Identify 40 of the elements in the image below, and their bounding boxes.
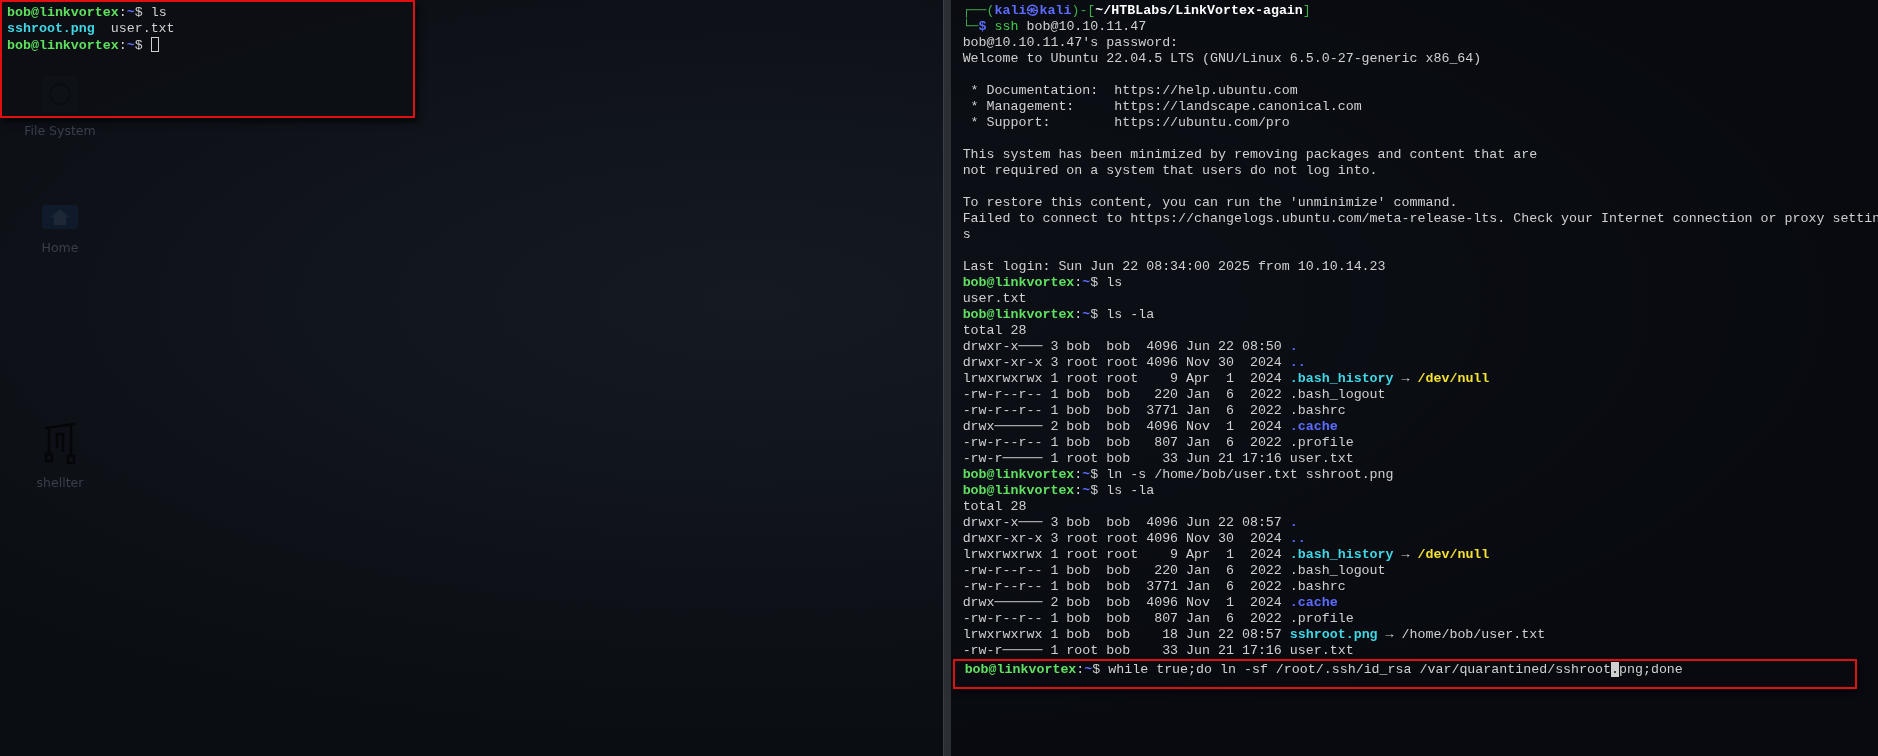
terminal-line: bob@linkvortex:~$ ls: [962, 275, 1123, 291]
terminal-line: drwx────── 2 bob bob 4096 Nov 1 2024 .cache: [962, 419, 1338, 435]
terminal-line: total 28: [962, 499, 1027, 515]
terminal-line: drwx────── 2 bob bob 4096 Nov 1 2024 .cache: [962, 595, 1338, 611]
terminal-line: s: [962, 227, 971, 243]
terminal-line: -rw-r--r-- 1 bob bob 220 Jan 6 2022 .bash_logout: [962, 387, 1386, 403]
terminal-line: Welcome to Ubuntu 22.04.5 LTS (GNU/Linux 6.5.0-27-generic x86_64): [962, 51, 1482, 67]
terminal-line: bob@linkvortex:~$ ls -la: [962, 307, 1155, 323]
terminal-line: * Support: https://ubuntu.com/pro: [969, 115, 1290, 131]
terminal-line: lrwxrwxrwx 1 root root 9 Apr 1 2024 .bash_history → /dev/null: [962, 371, 1490, 387]
terminal-line: This system has been minimized by removing packages and content that are: [962, 147, 1538, 163]
terminal-line: * Management: https://landscape.canonical.com: [969, 99, 1362, 115]
terminal-line: lrwxrwxrwx 1 root root 9 Apr 1 2024 .bash_history → /dev/null: [962, 547, 1490, 563]
terminal-line: drwxr-xr-x 3 root root 4096 Nov 30 2024 ..: [962, 355, 1306, 371]
terminal-line: -rw-r--r-- 1 bob bob 3771 Jan 6 2022 .bashrc: [962, 403, 1346, 419]
terminal-line: bob@10.10.11.47's password:: [962, 35, 1179, 51]
terminal-line: bob@linkvortex:~$ ls: [7, 5, 167, 21]
terminal-line: * Documentation: https://help.ubuntu.com: [969, 83, 1298, 99]
terminal-line: drwxr-x─── 3 bob bob 4096 Jun 22 08:57 .: [962, 515, 1298, 531]
terminal-line: └─$ ssh bob@10.10.11.47: [962, 19, 1147, 35]
terminal-line: drwxr-x─── 3 bob bob 4096 Jun 22 08:50 .: [962, 339, 1298, 355]
terminal-line: user.txt: [962, 291, 1027, 307]
terminal-line: ┌──(kali㉿kali)-[~/HTBLabs/LinkVortex-again]: [962, 3, 1311, 19]
terminal-line: To restore this content, you can run the 'unminimize' command.: [962, 195, 1458, 211]
terminal-line: drwxr-xr-x 3 root root 4096 Nov 30 2024 ..: [962, 531, 1306, 547]
terminal-line: bob@linkvortex:~$: [7, 37, 159, 53]
terminal-line: -rw-r--r-- 1 bob bob 3771 Jan 6 2022 .bashrc: [962, 579, 1346, 595]
terminal-line: bob@linkvortex:~$ ln -s /home/bob/user.txt sshroot.png: [962, 467, 1394, 483]
terminal-line: -rw-r───── 1 root bob 33 Jun 21 17:16 user.txt: [962, 451, 1354, 467]
terminal-line: -rw-r--r-- 1 bob bob 220 Jan 6 2022 .bash_logout: [962, 563, 1386, 579]
terminal-line: -rw-r───── 1 root bob 33 Jun 21 17:16 user.txt: [962, 643, 1354, 659]
house-icon[interactable]: [42, 205, 78, 229]
terminal-line: sshroot.png user.txt: [7, 21, 175, 37]
terminal-line: lrwxrwxrwx 1 bob bob 18 Jun 22 08:57 sshroot.png → /home/bob/user.txt: [962, 627, 1546, 643]
terminal-line: not required on a system that users do not log into.: [962, 163, 1378, 179]
terminal-line: -rw-r--r-- 1 bob bob 807 Jan 6 2022 .profile: [962, 611, 1354, 627]
terminal-line: Last login: Sun Jun 22 08:34:00 2025 from 10.10.14.23: [962, 259, 1386, 275]
terminal-line: bob@linkvortex:~$ ls -la: [962, 483, 1155, 499]
terminal-line: total 28: [962, 323, 1027, 339]
terminal-line: -rw-r--r-- 1 bob bob 807 Jan 6 2022 .profile: [962, 435, 1354, 451]
